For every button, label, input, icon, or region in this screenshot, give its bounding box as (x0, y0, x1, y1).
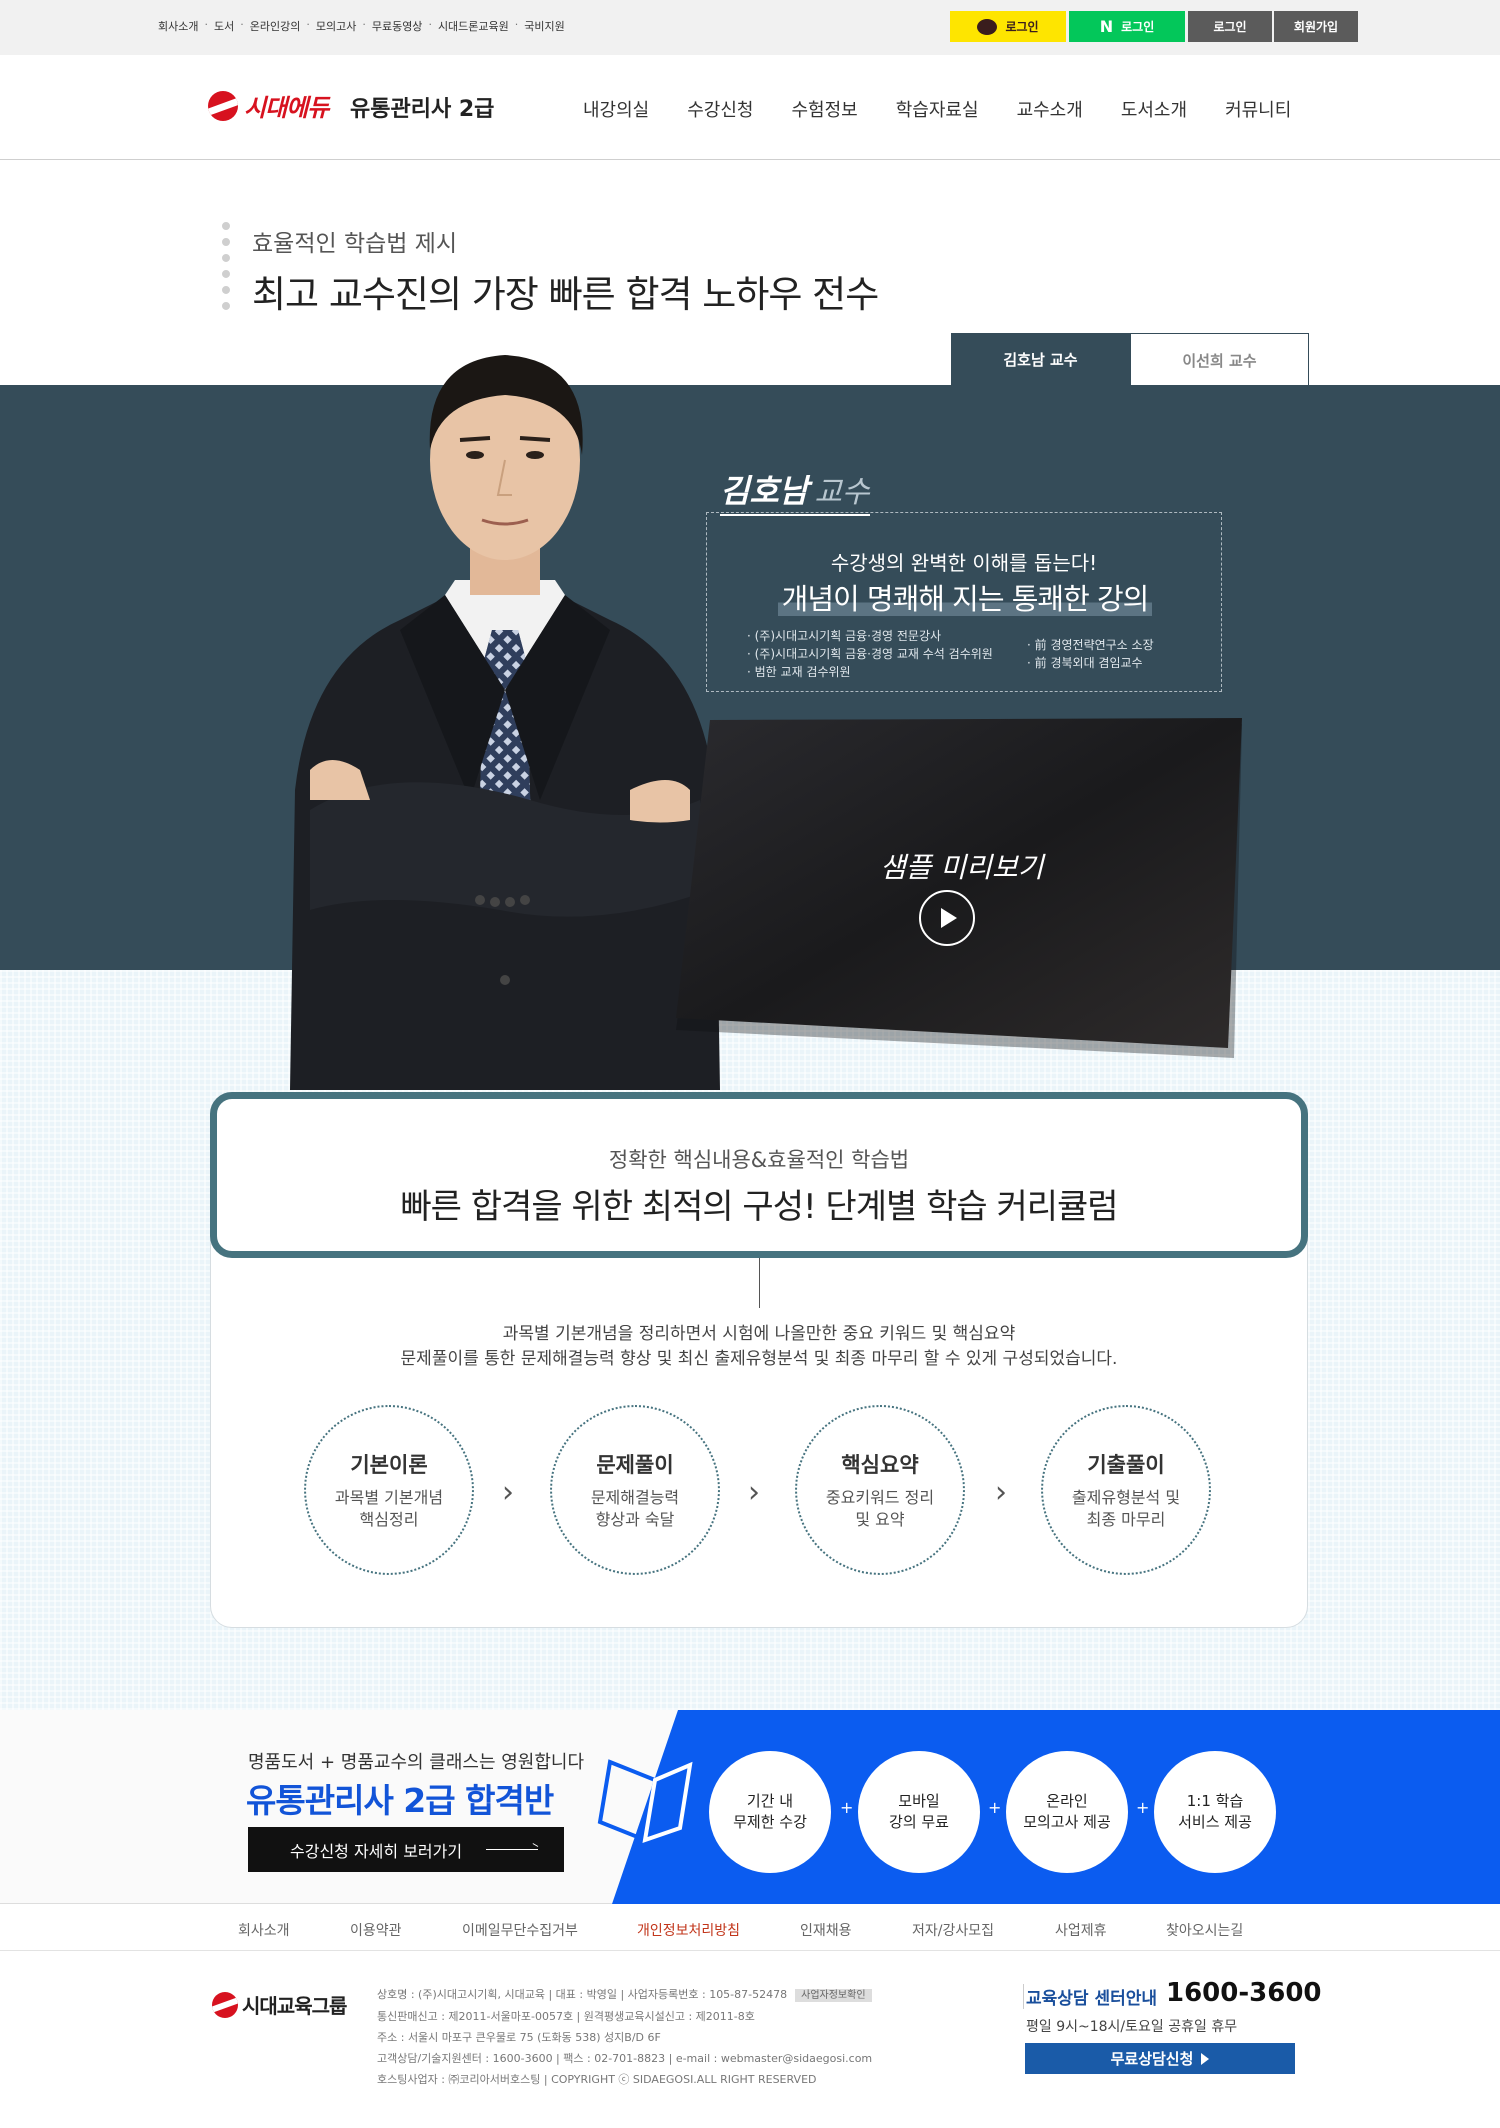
nav-community[interactable]: 커뮤니티 (1225, 96, 1291, 122)
site-logo[interactable]: 시대에듀 (208, 88, 329, 123)
banner-title: 유통관리사 2급 합격반 (246, 1781, 554, 1820)
footer-logo: 시대교육그룹 (212, 1990, 347, 2019)
kakao-chat-icon (977, 18, 998, 35)
connector-line (759, 1258, 760, 1308)
feature-mobile: 모바일 강의 무료 (858, 1751, 980, 1873)
footer-link-company[interactable]: 회사소개 (238, 1920, 290, 1940)
business-info-badge[interactable]: 사업자정보확인 (795, 1989, 872, 2002)
credentials-right: · 前 경영전략연구소 소장 · 前 경북외대 겸임교수 (1027, 638, 1154, 670)
sample-preview-label: 샘플 미리보기 (880, 851, 1044, 884)
footer-link-email-refuse[interactable]: 이메일무단수집거부 (462, 1920, 578, 1940)
nav-professors[interactable]: 교수소개 (1017, 96, 1083, 122)
nav-books[interactable]: 도서소개 (1121, 96, 1187, 122)
kakao-login-button[interactable]: 로그인 (950, 11, 1066, 42)
utility-link-drone[interactable]: 시대드론교육원 (438, 18, 509, 34)
utility-link-online[interactable]: 온라인강의 (250, 18, 301, 34)
play-arrow-icon (1201, 2052, 1210, 2065)
utility-links: 회사소개 · 도서 · 온라인강의 · 모의고사 · 무료동영상 · 시대드론교… (158, 18, 565, 34)
nav-my-classroom[interactable]: 내강의실 (583, 96, 649, 122)
footer-link-authors[interactable]: 저자/강사모집 (912, 1920, 994, 1940)
join-button[interactable]: 회원가입 (1274, 11, 1358, 42)
step-problem-solving: 문제풀이 문제해결능력 향상과 숙달 (550, 1405, 720, 1575)
logo-mark-icon (208, 90, 238, 121)
enroll-detail-button[interactable]: 수강신청 자세히 보러가기 (248, 1827, 564, 1872)
curriculum-header: 정확한 핵심내용&효율적인 학습법 빠른 합격을 위한 최적의 구성! 단계별 … (210, 1092, 1308, 1258)
main-nav: 내강의실 수강신청 수험정보 학습자료실 교수소개 도서소개 커뮤니티 (583, 96, 1291, 122)
arrow-right-icon (486, 1849, 539, 1850)
step-past-exams: 기출풀이 출제유형분석 및 최종 마무리 (1041, 1405, 1211, 1575)
tab-professor-kim[interactable]: 김호남 교수 (951, 333, 1130, 386)
footer-link-privacy[interactable]: 개인정보처리방침 (637, 1920, 740, 1940)
utility-link-free-video[interactable]: 무료동영상 (372, 18, 423, 34)
nav-exam-info[interactable]: 수험정보 (792, 96, 858, 122)
login-button[interactable]: 로그인 (1188, 11, 1272, 42)
curriculum-description: 과목별 기본개념을 정리하면서 시험에 나올만한 중요 키워드 및 핵심요약 문… (400, 1324, 1118, 1369)
professor-info-box: 수강생의 완벽한 이해를 돕는다! 개념이 명쾌해 지는 통쾌한 강의 · (주… (706, 512, 1222, 692)
feature-mock-exam: 온라인 모의고사 제공 (1006, 1751, 1128, 1873)
intro-title: 최고 교수진의 가장 빠른 합격 노하우 전수 (252, 273, 879, 316)
cs-hours: 평일 9시~18시/토요일 공휴일 휴무 (1026, 2019, 1238, 2035)
step-key-summary: 핵심요약 중요키워드 정리 및 요약 (795, 1405, 965, 1575)
curriculum-subtitle: 정확한 핵심내용&효율적인 학습법 (608, 1148, 910, 1172)
company-info: 상호명 : (주)시대고시기획, 시대교육 | 대표 : 박영일 | 사업자등록… (377, 1988, 873, 2086)
professor-tabs: 김호남 교수 이선희 교수 (951, 333, 1309, 386)
intro-subtitle: 효율적인 학습법 제시 (252, 231, 458, 257)
site-footer: 시대교육그룹 상호명 : (주)시대고시기획, 시대교육 | 대표 : 박영일 … (0, 1952, 1500, 2128)
professor-headline: 개념이 명쾌해 지는 통쾌한 강의 (767, 576, 1163, 618)
credentials-left: · (주)시대고시기획 금융·경영 전문강사 · (주)시대고시기획 금융·경영… (747, 629, 993, 679)
plus-icon: + (988, 1798, 1002, 1817)
footer-link-directions[interactable]: 찾아오시는길 (1166, 1920, 1243, 1940)
professor-photo (290, 355, 720, 1090)
cs-phone-number: 1600-3600 (1166, 1978, 1322, 2008)
step-basic-theory: 기본이론 과목별 기본개념 핵심정리 (304, 1405, 474, 1575)
customer-center: 교육상담 센터안내 1600-3600 평일 9시~18시/토요일 공휴일 휴무 (1023, 1978, 1322, 2035)
utility-link-gov[interactable]: 국비지원 (524, 18, 564, 34)
utility-link-mock[interactable]: 모의고사 (316, 18, 356, 34)
footer-link-partnership[interactable]: 사업제휴 (1055, 1920, 1107, 1940)
footer-link-terms[interactable]: 이용약관 (350, 1920, 402, 1940)
play-icon[interactable] (919, 890, 975, 946)
promo-banner: 명품도서 + 명품교수의 클래스는 영원합니다 유통관리사 2급 합격반 수강신… (0, 1710, 1500, 1904)
plus-icon: + (1136, 1798, 1150, 1817)
footer-link-careers[interactable]: 인재채용 (800, 1920, 852, 1940)
site-header: 시대에듀 유통관리사 2급 내강의실 수강신청 수험정보 학습자료실 교수소개 … (0, 55, 1500, 160)
nav-materials[interactable]: 학습자료실 (896, 96, 979, 122)
logo-mark-icon (212, 1991, 238, 2018)
naver-n-icon: N (1099, 17, 1114, 36)
free-consult-button[interactable]: 무료상담신청 (1025, 2043, 1295, 2074)
footer-links: 회사소개 이용약관 이메일무단수집거부 개인정보처리방침 인재채용 저자/강사모… (0, 1905, 1500, 1951)
chevron-right-icon: › (995, 1475, 1007, 1510)
intro-heading: 효율적인 학습법 제시 최고 교수진의 가장 빠른 합격 노하우 전수 (222, 222, 879, 316)
cs-title: 교육상담 센터안내 (1026, 1989, 1158, 2009)
banner-subtitle: 명품도서 + 명품교수의 클래스는 영원합니다 (248, 1752, 585, 1773)
chevron-right-icon: › (748, 1475, 760, 1510)
sample-video-thumbnail[interactable] (676, 718, 1246, 1058)
tab-professor-lee[interactable]: 이선희 교수 (1130, 333, 1309, 386)
utility-link-company[interactable]: 회사소개 (158, 18, 198, 34)
professor-name: 김호남 교수 (720, 466, 870, 516)
curriculum-title: 빠른 합격을 위한 최적의 구성! 단계별 학습 커리큘럼 (400, 1187, 1118, 1227)
chevron-right-icon: › (502, 1475, 514, 1510)
utility-link-books[interactable]: 도서 (214, 18, 234, 34)
feature-one-on-one: 1:1 학습 서비스 제공 (1154, 1751, 1276, 1873)
nav-enroll[interactable]: 수강신청 (687, 96, 753, 122)
professor-tagline: 수강생의 완벽한 이해를 돕는다! (830, 551, 1098, 575)
top-utility-bar: 회사소개 · 도서 · 온라인강의 · 모의고사 · 무료동영상 · 시대드론교… (0, 0, 1500, 55)
naver-login-button[interactable]: N 로그인 (1069, 11, 1185, 42)
site-title[interactable]: 유통관리사 2급 (350, 91, 494, 123)
plus-icon: + (840, 1798, 854, 1817)
feature-unlimited: 기간 내 무제한 수강 (709, 1751, 831, 1873)
